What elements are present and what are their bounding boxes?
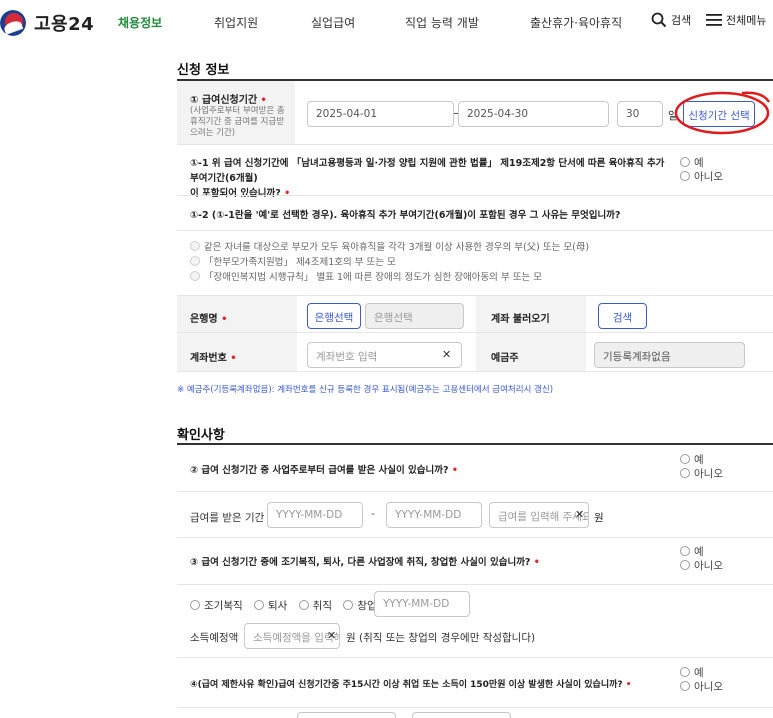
highlight-circle-annotation	[674, 91, 771, 135]
nav-item-unemployment-benefit[interactable]: 실업급여	[311, 14, 355, 31]
clear-account-icon[interactable]: ✕	[442, 348, 451, 361]
q1-1-yes-radio[interactable]: 예	[680, 156, 723, 170]
q4-no-radio[interactable]: 아니오	[680, 680, 723, 694]
confirm-title: 확인사항	[177, 428, 225, 443]
q3-option-employed[interactable]: 취직	[298, 600, 332, 612]
q2-amount-input[interactable]: 급여를 입력해 주세요	[489, 502, 589, 528]
q4-radio-group: 예 아니오	[680, 666, 723, 694]
apply-info-title: 신청 정보	[177, 63, 230, 78]
nav-item-vocational-training[interactable]: 직업 능력 개발	[405, 14, 479, 31]
q3-radio-group: 예 아니오	[680, 545, 723, 573]
period-start-date[interactable]: 2025-04-01	[307, 101, 454, 127]
q3-question: ③ 급여 신청기간 중에 조기복직, 퇴사, 다른 사업장에 취직, 창업한 사…	[190, 557, 531, 568]
bank-label-wrap: 은행명 •	[190, 314, 228, 325]
q4-end-date-input[interactable]	[412, 712, 511, 718]
reason-radio-1[interactable]: 같은 자녀를 대상으로 부모가 모두 육아휴직을 각각 3개월 이상 사용한 경…	[190, 240, 589, 255]
q3-option-startup[interactable]: 창업	[343, 600, 377, 612]
all-menu-button[interactable]: 전체메뉴	[706, 12, 766, 28]
nav-item-employment-support[interactable]: 취업지원	[214, 14, 258, 31]
period-help: (사업주로부터 부여받은 총 휴직기간 중 급여를 지급받으려는 기간)	[190, 106, 285, 138]
q4-start-date-input[interactable]	[297, 712, 396, 718]
income-input[interactable]: 소득예정액을 입력해 주세요	[244, 623, 340, 649]
clear-income-icon[interactable]: ✕	[327, 629, 336, 642]
q2-period-label: 급여를 받은 기간	[190, 512, 265, 524]
q2-no-radio[interactable]: 아니오	[680, 467, 723, 481]
q3-no-radio[interactable]: 아니오	[680, 559, 723, 573]
period-label: ① 급여신청기간	[190, 95, 258, 106]
search-icon	[651, 12, 667, 28]
top-header: 고용24 채용정보 취업지원 실업급여 직업 능력 개발 출산휴가·육아휴직 검…	[0, 0, 773, 44]
q3-option-resign[interactable]: 퇴사	[253, 600, 287, 612]
search-button[interactable]: 검색	[651, 12, 691, 28]
q2-question: ② 급여 신청기간 중 사업주로부터 급여를 받은 사실이 있습니까?	[190, 465, 449, 476]
account-label: 계좌번호	[190, 353, 227, 364]
nav-item-jobs[interactable]: 채용정보	[118, 14, 162, 31]
holder-field: 기등록계좌없음	[594, 342, 745, 368]
q3-option-early-return[interactable]: 조기복직	[190, 600, 243, 612]
clear-amount-icon[interactable]: ✕	[575, 508, 584, 521]
q2-question-wrap: ② 급여 신청기간 중 사업주로부터 급여를 받은 사실이 있습니까? •	[190, 465, 458, 476]
all-menu-label: 전체메뉴	[726, 14, 767, 27]
reason-radio-2[interactable]: 「한부모가족지원법」 제4조제1호의 부 또는 모	[190, 255, 589, 270]
account-search-button[interactable]: 검색	[598, 303, 647, 329]
period-end-date[interactable]: 2025-04-30	[458, 101, 609, 127]
q2-radio-group: 예 아니오	[680, 453, 723, 481]
taegeuk-logo-icon	[0, 10, 26, 36]
q4-question: ④(급여 제한사유 확인)급여 신청기간중 주15시간 이상 취업 또는 소득이…	[190, 680, 623, 690]
q2-start-date-input[interactable]: YYYY-MM-DD	[267, 502, 363, 528]
q3-options: 조기복직 퇴사 취직 창업	[190, 598, 377, 613]
income-note: 원 (취직 또는 창업의 경우에만 작성합니다)	[346, 632, 536, 644]
bank-name-field: 은행선택	[365, 303, 464, 329]
required-mark: •	[260, 95, 267, 106]
q1-2-question: ①-2 (①-1란을 '예'로 선택한 경우). 육아휴직 추가 부여기간(6개…	[190, 210, 621, 221]
q1-2-reasons: 같은 자녀를 대상으로 부모가 모두 육아휴직을 각각 3개월 이상 사용한 경…	[190, 240, 589, 285]
q4-question-wrap: ④(급여 제한사유 확인)급여 신청기간중 주15시간 이상 취업 또는 소득이…	[190, 680, 632, 690]
q3-yes-radio[interactable]: 예	[680, 545, 723, 559]
select-bank-button[interactable]: 은행선택	[307, 303, 361, 329]
period-days[interactable]: 30	[617, 101, 663, 127]
hamburger-menu-icon	[706, 14, 722, 26]
q2-end-date-input[interactable]: YYYY-MM-DD	[386, 502, 482, 528]
account-label-wrap: 계좌번호 •	[190, 353, 237, 364]
holder-label: 예금주	[491, 353, 519, 364]
site-logo[interactable]: 고용24	[0, 10, 94, 36]
nav-item-maternity-parental-leave[interactable]: 출산휴가·육아휴직	[530, 14, 622, 31]
reason-radio-3[interactable]: 「장애인복지법 시행규칙」 별표 1에 따른 장애의 정도가 심한 장애아동의 …	[190, 270, 589, 285]
q1-1-no-radio[interactable]: 아니오	[680, 170, 723, 184]
holder-notice: ※ 예금주(기등록계좌없음): 계좌번호를 신규 등록한 경우 표시됨(예금주는…	[177, 385, 554, 395]
q3-question-wrap: ③ 급여 신청기간 중에 조기복직, 퇴사, 다른 사업장에 취직, 창업한 사…	[190, 557, 540, 568]
bank-label: 은행명	[190, 314, 218, 325]
won-unit: 원	[594, 512, 604, 524]
search-label: 검색	[671, 14, 692, 27]
q3-date-input[interactable]: YYYY-MM-DD	[374, 591, 470, 617]
q1-1-radio-group: 예 아니오	[680, 156, 723, 184]
q2-yes-radio[interactable]: 예	[680, 453, 723, 467]
account-number-input[interactable]: 계좌번호 입력	[307, 342, 462, 368]
income-label: 소득예정액	[190, 632, 239, 644]
q4-yes-radio[interactable]: 예	[680, 666, 723, 680]
logo-text: 고용24	[34, 14, 95, 35]
account-fetch-label: 계좌 불러오기	[491, 314, 550, 325]
